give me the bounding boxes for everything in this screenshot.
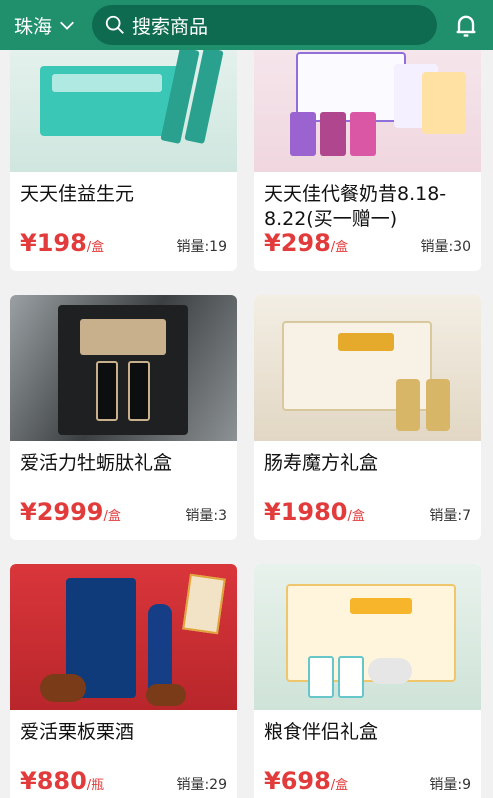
product-card[interactable]: 爱活栗板栗酒 ¥880/瓶 销量:29 — [10, 564, 237, 798]
product-card[interactable]: 天天佳益生元 ¥198/盒 销量:19 — [10, 26, 237, 271]
product-image — [254, 564, 481, 710]
product-price: ¥298/盒 — [264, 229, 349, 257]
product-sales: 销量:3 — [185, 508, 227, 524]
city-selector[interactable]: 珠海 — [14, 12, 92, 39]
product-price: ¥1980/盒 — [264, 498, 365, 526]
product-name: 爱活栗板栗酒 — [20, 721, 135, 743]
city-label: 珠海 — [14, 15, 53, 38]
product-price: ¥2999/盒 — [20, 498, 121, 526]
product-sales: 销量:9 — [429, 777, 471, 793]
product-price: ¥880/瓶 — [20, 767, 105, 795]
top-bar: 珠海 搜索商品 — [0, 0, 493, 50]
product-card[interactable]: 爱活力牡蛎肽礼盒 ¥2999/盒 销量:3 — [10, 295, 237, 540]
product-name: 天天佳益生元 — [20, 183, 135, 205]
product-image — [254, 295, 481, 441]
product-price: ¥698/盒 — [264, 767, 349, 795]
product-image — [10, 564, 237, 710]
product-grid: 天天佳益生元 ¥198/盒 销量:19 天天佳代餐奶昔8.18-8.22(买一赠… — [10, 26, 486, 798]
product-sales: 销量:29 — [176, 777, 227, 793]
search-input[interactable]: 搜索商品 — [92, 5, 437, 45]
product-name: 肠寿魔方礼盒 — [264, 452, 379, 474]
product-name: 爱活力牡蛎肽礼盒 — [20, 452, 173, 474]
notification-button[interactable] — [449, 8, 483, 42]
search-icon — [105, 15, 124, 34]
product-price: ¥198/盒 — [20, 229, 105, 257]
product-card[interactable]: 肠寿魔方礼盒 ¥1980/盒 销量:7 — [254, 295, 481, 540]
bell-icon — [456, 15, 476, 37]
product-card[interactable]: 粮食伴侣礼盒 ¥698/盒 销量:9 — [254, 564, 481, 798]
product-name: 粮食伴侣礼盒 — [264, 721, 379, 743]
product-image — [10, 295, 237, 441]
product-sales: 销量:19 — [176, 239, 227, 255]
product-name: 天天佳代餐奶昔8.18-8.22(买一赠一) — [264, 183, 447, 230]
search-placeholder: 搜索商品 — [132, 15, 209, 38]
chevron-down-icon — [60, 21, 74, 30]
product-sales: 销量:7 — [429, 508, 471, 524]
product-card[interactable]: 天天佳代餐奶昔8.18-8.22(买一赠一) ¥298/盒 销量:30 — [254, 26, 481, 271]
product-sales: 销量:30 — [420, 239, 471, 255]
